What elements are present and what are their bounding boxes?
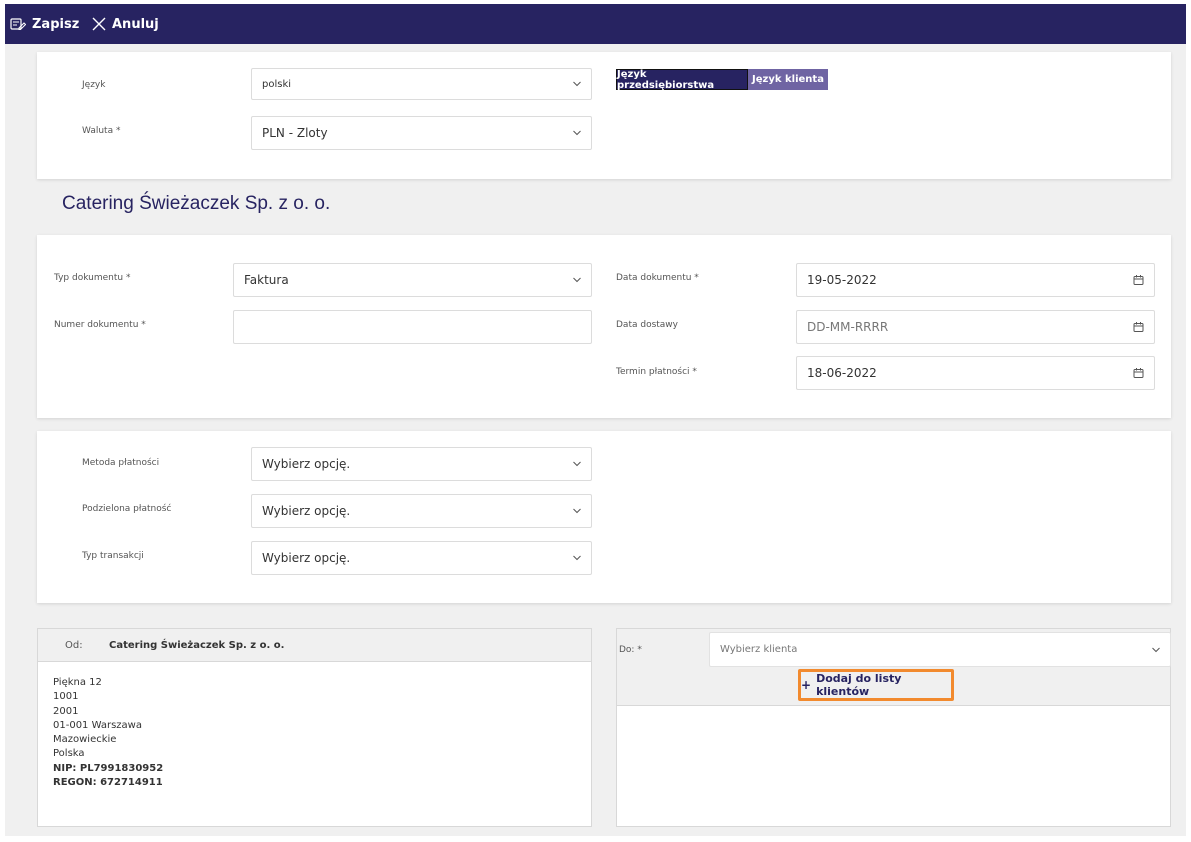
address-line: Mazowieckie [53,734,117,746]
transaction-type-label: Typ transakcji [82,551,144,561]
toolbar: Zapisz Anuluj [5,4,1186,44]
document-type-select[interactable]: Faktura [233,263,592,297]
transaction-type-select[interactable]: Wybierz opcję. [251,541,592,575]
chevron-down-icon [573,508,581,514]
plus-icon: + [801,678,812,692]
calendar-icon[interactable] [1133,275,1144,286]
seller-name: Catering Świeżaczek Sp. z o. o. [109,640,285,651]
seller-regon: REGON: 672714911 [53,777,163,789]
add-to-client-list-button[interactable]: + Dodaj do listy klientów [798,669,954,701]
chevron-down-icon [573,461,581,467]
chevron-down-icon [573,555,581,561]
cancel-label: Anuluj [112,16,159,32]
delivery-date-label: Data dostawy [616,320,678,330]
seller-panel: Od: Catering Świeżaczek Sp. z o. o. Pięk… [37,628,592,827]
calendar-icon[interactable] [1133,368,1144,379]
document-date-input[interactable]: 19-05-2022 [796,263,1155,297]
document-date-label: Data dokumentu * [616,273,699,283]
currency-select[interactable]: PLN - Zloty [251,116,592,150]
address-line: Piękna 12 [53,677,102,688]
document-number-label: Numer dokumentu * [54,320,146,330]
address-line: 01-001 Warszawa [53,719,142,731]
seller-nip: NIP: PL7991830952 [53,762,164,774]
client-language-toggle[interactable]: Język klienta [748,69,828,90]
chevron-down-icon [573,130,581,136]
payment-method-label: Metoda płatności [82,458,160,468]
payment-method-select[interactable]: Wybierz opcję. [251,447,592,481]
language-select[interactable]: polski [251,68,592,100]
document-type-label: Typ dokumentu * [54,273,131,283]
cancel-button[interactable]: Anuluj [92,4,159,44]
address-line: 1001 [53,691,79,703]
delivery-date-input[interactable]: DD-MM-RRRR [796,310,1155,344]
save-icon [10,18,26,30]
split-payment-label: Podzielona płatność [82,504,172,514]
split-payment-select[interactable]: Wybierz opcję. [251,494,592,528]
due-date-input[interactable]: 18-06-2022 [796,356,1155,390]
address-line: Polska [53,748,85,760]
company-language-toggle[interactable]: Język przedsiębiorstwa [616,69,748,91]
chevron-down-icon [1152,647,1160,652]
app-window: Zapisz Anuluj Język polski Waluta * PLN … [5,4,1186,836]
client-select[interactable]: Wybierz klienta [709,632,1171,667]
due-date-label: Termin płatności * [616,367,697,377]
currency-label: Waluta * [82,126,121,136]
seller-address: Piękna 12 1001 2001 01-001 Warszawa Mazo… [53,676,163,790]
seller-label: Od: [65,640,83,651]
buyer-label: Do: * [619,645,642,655]
payment-card [37,431,1171,603]
seller-header: Od: Catering Świeżaczek Sp. z o. o. [38,629,591,662]
page-title: Catering Świeżaczek Sp. z o. o. [62,193,331,214]
language-card [37,52,1171,179]
chevron-down-icon [573,81,581,87]
calendar-icon[interactable] [1133,322,1144,333]
language-label: Język [82,80,106,90]
chevron-down-icon [573,277,581,283]
address-line: 2001 [53,705,79,717]
document-number-input[interactable] [233,310,592,344]
close-icon [92,17,106,31]
save-label: Zapisz [32,16,80,32]
save-button[interactable]: Zapisz [10,4,79,44]
